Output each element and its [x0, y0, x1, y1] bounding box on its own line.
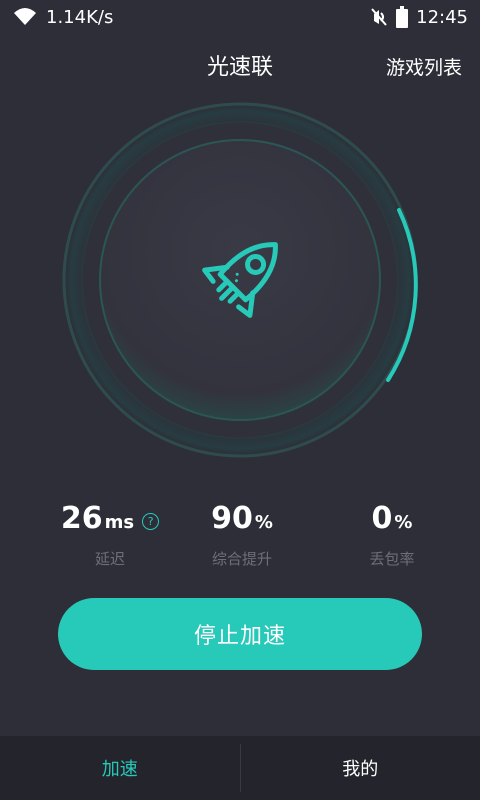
status-right: 12:45 — [370, 6, 468, 28]
bottom-nav: 加速 我的 — [0, 736, 480, 800]
game-list-link[interactable]: 游戏列表 — [386, 48, 462, 88]
stat-improvement: 90 % 综合提升 — [162, 500, 322, 569]
battery-icon — [396, 6, 409, 28]
latency-unit: ms — [104, 512, 135, 533]
stop-acceleration-button[interactable]: 停止加速 — [58, 598, 422, 670]
help-icon[interactable]: ? — [142, 512, 160, 530]
stats-row: 26 ms ? 延迟 90 % 综合提升 0 % 丢包率 — [0, 500, 480, 570]
status-left: 1.14K/s — [12, 7, 113, 28]
dial-graphic — [62, 102, 418, 458]
improvement-value-row: 90 % — [162, 500, 322, 542]
improvement-unit: % — [254, 512, 273, 533]
nav-item-accelerate[interactable]: 加速 — [0, 736, 240, 800]
packet-loss-value-row: 0 % — [312, 500, 472, 542]
packet-loss-value: 0 — [371, 501, 393, 536]
mute-icon — [370, 7, 388, 27]
packet-loss-label: 丢包率 — [369, 550, 415, 568]
clock: 12:45 — [416, 6, 468, 28]
network-speed: 1.14K/s — [46, 6, 114, 28]
nav-item-mine[interactable]: 我的 — [241, 736, 480, 800]
improvement-value: 90 — [211, 501, 253, 536]
acceleration-dial[interactable] — [60, 100, 420, 460]
latency-value: 26 — [60, 501, 103, 536]
header: 光速联 游戏列表 — [0, 48, 480, 88]
packet-loss-unit: % — [394, 512, 413, 533]
status-bar: 1.14K/s 12:45 — [0, 0, 480, 34]
wifi-icon — [12, 7, 38, 27]
stat-packet-loss: 0 % 丢包率 — [312, 500, 472, 569]
improvement-label: 综合提升 — [211, 550, 272, 568]
